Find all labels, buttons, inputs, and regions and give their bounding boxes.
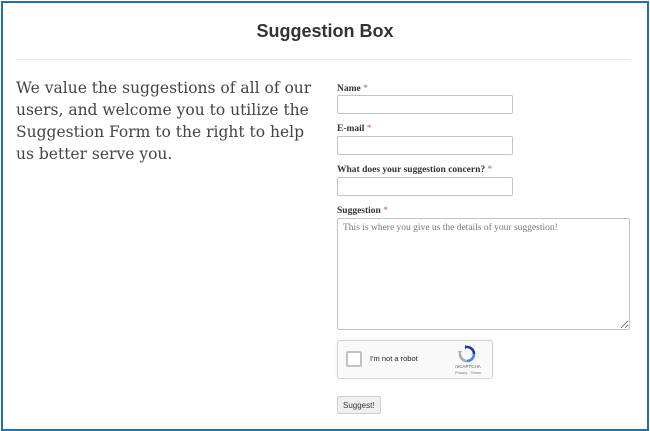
suggest-button[interactable]: Suggest! [337,396,381,414]
suggestion-label-text: Suggestion [337,206,381,216]
required-marker: * [366,124,372,134]
recaptcha-checkbox-label: I'm not a robot [370,354,418,363]
suggestion-box-panel: Suggestion Box We value the suggestions … [1,1,649,431]
intro-text: We value the suggestions of all of our u… [16,79,312,163]
suggestion-textarea[interactable] [337,218,630,330]
name-label-text: Name [337,84,361,94]
required-marker: * [487,165,493,175]
recaptcha-checkbox[interactable] [346,351,362,367]
name-input[interactable] [337,95,513,114]
recaptcha-privacy-terms-links[interactable]: Privacy - Terms [450,371,486,375]
email-input[interactable] [337,136,513,155]
recaptcha-brand: reCAPTCHA [455,364,481,369]
email-label-text: E-mail [337,124,365,134]
recaptcha-logo-icon [458,345,476,363]
title-divider [16,59,630,60]
required-marker: * [383,206,388,216]
page-title: Suggestion Box [256,21,394,41]
concern-label: What does your suggestion concern? * [337,165,492,175]
name-label: Name * [337,84,368,94]
concern-label-text: What does your suggestion concern? [337,165,486,175]
concern-input[interactable] [337,177,513,196]
required-marker: * [363,84,368,94]
email-label: E-mail * [337,124,372,134]
recaptcha-widget: I'm not a robot reCAPTCHA Privacy - Term… [337,340,493,379]
suggestion-label: Suggestion * [337,206,388,216]
